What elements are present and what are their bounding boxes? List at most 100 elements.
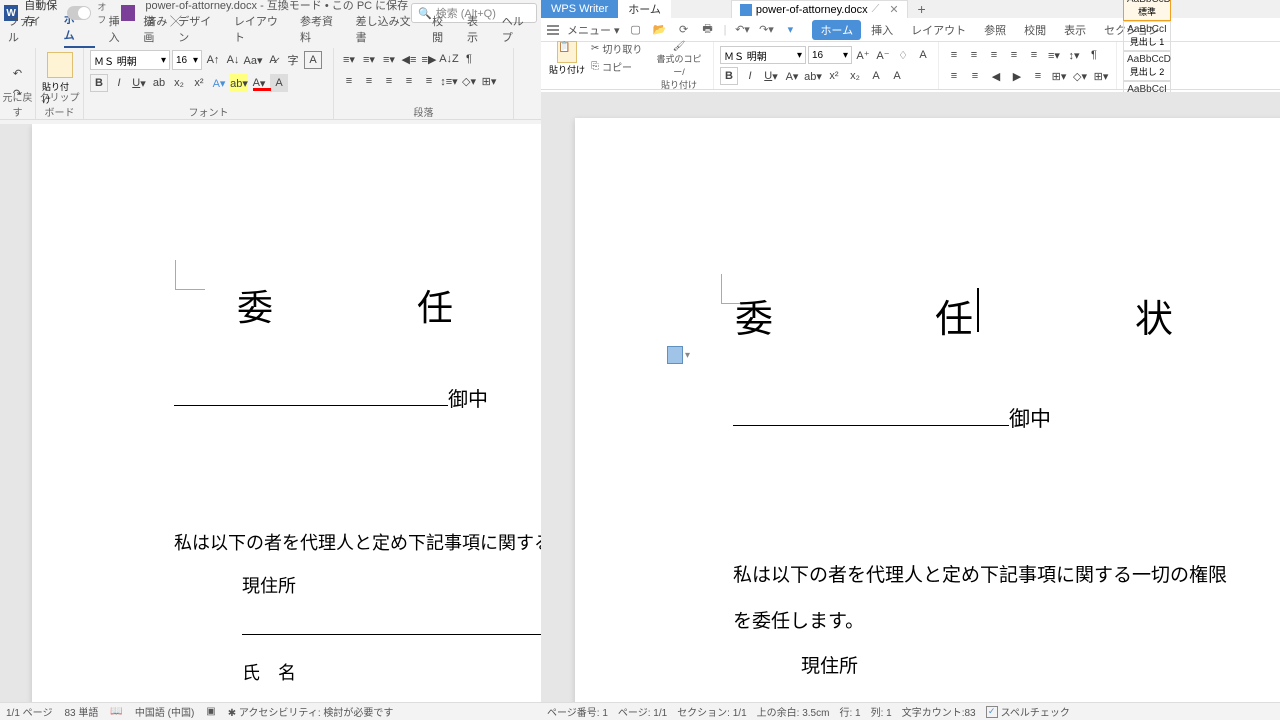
numbering-button[interactable]: ≡▾ xyxy=(360,50,378,68)
italic-button[interactable]: I xyxy=(110,74,128,92)
redo-button[interactable]: ↷▾ xyxy=(758,22,774,38)
bullets-button[interactable]: ≡▾ xyxy=(340,50,358,68)
style-normal[interactable]: AaBbCcD標準 xyxy=(1123,0,1171,21)
tab-review[interactable]: 校閲 xyxy=(432,13,453,48)
menu-button[interactable]: メニュー ▾ xyxy=(567,22,620,38)
mtab-home[interactable]: ホーム xyxy=(812,20,861,40)
close-tab-button[interactable]: ✕ xyxy=(889,3,898,16)
tab-mailings[interactable]: 差し込み文書 xyxy=(356,13,418,48)
line-spacing-button[interactable]: ↕≡▾ xyxy=(440,72,458,90)
superscript-button[interactable]: x² xyxy=(190,74,208,92)
tab-help[interactable]: ヘルプ xyxy=(502,13,533,48)
wps-home-tab[interactable]: ホーム xyxy=(618,0,671,18)
subscript-button[interactable]: x₂ xyxy=(846,67,864,85)
multilevel-button[interactable]: ≡ xyxy=(966,67,984,85)
char-border-button[interactable]: A xyxy=(867,67,885,85)
font-size-combo[interactable]: 16▾ xyxy=(172,50,202,70)
subscript-button[interactable]: x₂ xyxy=(170,74,188,92)
align-right-button[interactable]: ≡ xyxy=(380,72,398,90)
status-focus-icon[interactable]: ▣ xyxy=(206,706,215,717)
paste-options-button[interactable]: ▾ xyxy=(667,346,690,364)
new-icon[interactable]: ▢ xyxy=(628,22,644,38)
align-justify-button[interactable]: ≡ xyxy=(1005,46,1023,64)
mtab-insert[interactable]: 挿入 xyxy=(863,20,901,40)
font-color-button[interactable]: A▾ xyxy=(250,74,268,92)
underline-button[interactable]: U▾ xyxy=(762,67,780,85)
open-icon[interactable]: 📂 xyxy=(652,22,668,38)
print-icon[interactable]: 🖶 xyxy=(700,22,716,38)
tab-insert[interactable]: 挿入 xyxy=(109,13,130,48)
font-name-combo[interactable]: ＭＳ 明朝▾ xyxy=(720,46,806,64)
mtab-references[interactable]: 参照 xyxy=(976,20,1014,40)
align-center-button[interactable]: ≡ xyxy=(965,46,983,64)
mtab-layout[interactable]: レイアウト xyxy=(903,20,974,40)
text-effects-button[interactable]: A▾ xyxy=(210,74,228,92)
numbering-button[interactable]: ≡ xyxy=(945,67,963,85)
borders-button[interactable]: ⊞▾ xyxy=(1092,67,1110,85)
tab-file[interactable]: ファイル xyxy=(8,13,50,48)
tabstop-button[interactable]: ⊞▾ xyxy=(1050,67,1068,85)
tab-view[interactable]: 表示 xyxy=(467,13,488,48)
copy-button[interactable]: ⎘コピー xyxy=(591,59,647,74)
status-chars[interactable]: 文字カウント:83 xyxy=(902,704,976,719)
style-heading2[interactable]: AaBbCcD見出し 2 xyxy=(1123,51,1171,81)
clear-format-button[interactable]: A̷ xyxy=(264,51,282,69)
status-language[interactable]: 中国語 (中国) xyxy=(135,704,194,719)
tab-layout[interactable]: レイアウト xyxy=(234,13,286,48)
spellcheck-button[interactable]: ✓ スペルチェック xyxy=(986,704,1070,719)
format-painter-button[interactable]: 🖌 書式のコピー/ 貼り付け xyxy=(651,41,707,91)
status-page[interactable]: ページ: 1/1 xyxy=(618,704,667,719)
status-row[interactable]: 行: 1 xyxy=(839,704,860,719)
status-dict-icon[interactable]: 📖 xyxy=(110,706,122,717)
dropdown-icon[interactable]: ▾ xyxy=(782,22,798,38)
indent-inc-button[interactable]: ▶ xyxy=(1008,67,1026,85)
status-words[interactable]: 83 単語 xyxy=(64,704,98,719)
paste-icon[interactable]: 📋 xyxy=(557,41,577,63)
status-col[interactable]: 列: 1 xyxy=(871,704,892,719)
cut-button[interactable]: ✂切り取り xyxy=(591,41,647,56)
indent-inc-button[interactable]: ≡▶ xyxy=(420,50,438,68)
mtab-view[interactable]: 表示 xyxy=(1056,20,1094,40)
word-document-area[interactable]: 委 任 御中 私は以下の者を代理人と定め下記事項に関する- 現住所 氏 名 なお… xyxy=(0,124,541,702)
undo-button[interactable]: ↶▾ xyxy=(734,22,750,38)
tab-design[interactable]: デザイン xyxy=(178,13,220,48)
grow-font-button[interactable]: A⁺ xyxy=(854,46,872,64)
char-border-button[interactable]: A xyxy=(304,51,322,69)
mtab-review[interactable]: 校閲 xyxy=(1016,20,1054,40)
text-effects-button[interactable]: A xyxy=(888,67,906,85)
font-name-combo[interactable]: ＭＳ 明朝▾ xyxy=(90,50,170,70)
char-shading-button[interactable]: A xyxy=(270,74,288,92)
status-section[interactable]: セクション: 1/1 xyxy=(677,704,746,719)
font-color-button[interactable]: A▾ xyxy=(783,67,801,85)
tab-draw[interactable]: 描画 xyxy=(143,13,164,48)
shrink-font-button[interactable]: A⁻ xyxy=(874,46,892,64)
status-pageno[interactable]: ページ番号: 1 xyxy=(547,704,608,719)
clear-format-button[interactable]: ♢ xyxy=(894,46,912,64)
superscript-button[interactable]: x² xyxy=(825,67,843,85)
highlight-button[interactable]: ab▾ xyxy=(230,74,248,92)
highlight-button[interactable]: ab▾ xyxy=(804,67,822,85)
grow-font-button[interactable]: A↑ xyxy=(204,51,222,69)
borders-button[interactable]: ⊞▾ xyxy=(480,72,498,90)
new-tab-button[interactable]: + xyxy=(908,1,936,17)
line-spacing-button[interactable]: ↕▾ xyxy=(1065,46,1083,64)
align-dist-button[interactable]: ≡ xyxy=(420,72,438,90)
char-shading-button[interactable]: A xyxy=(914,46,932,64)
shading-button[interactable]: ◇▾ xyxy=(1071,67,1089,85)
phonetic-button[interactable]: 字 xyxy=(284,51,302,69)
tab-references[interactable]: 参考資料 xyxy=(300,13,342,48)
wps-document-area[interactable]: ▾ 委 任 状 御中 私は以下の者を代理人と定め下記事項に関する一切の権限を委任… xyxy=(541,92,1280,702)
font-size-combo[interactable]: 16▾ xyxy=(808,46,852,64)
shrink-font-button[interactable]: A↓ xyxy=(224,51,242,69)
align-left-button[interactable]: ≡ xyxy=(945,46,963,64)
document-tab[interactable]: power-of-attorney.docx ⟋ ✕ xyxy=(731,0,908,18)
paste-button[interactable] xyxy=(47,52,73,78)
change-case-button[interactable]: Aa▾ xyxy=(244,51,262,69)
sort-button[interactable]: A↓Z xyxy=(440,50,458,68)
align-justify-button[interactable]: ≡ xyxy=(400,72,418,90)
strike-button[interactable]: ab xyxy=(150,74,168,92)
indent-dec-button[interactable]: ◀≡ xyxy=(400,50,418,68)
refresh-icon[interactable]: ⟳ xyxy=(676,22,692,38)
status-margin[interactable]: 上の余白: 3.5cm xyxy=(757,704,830,719)
align-dist-button[interactable]: ≡ xyxy=(1025,46,1043,64)
